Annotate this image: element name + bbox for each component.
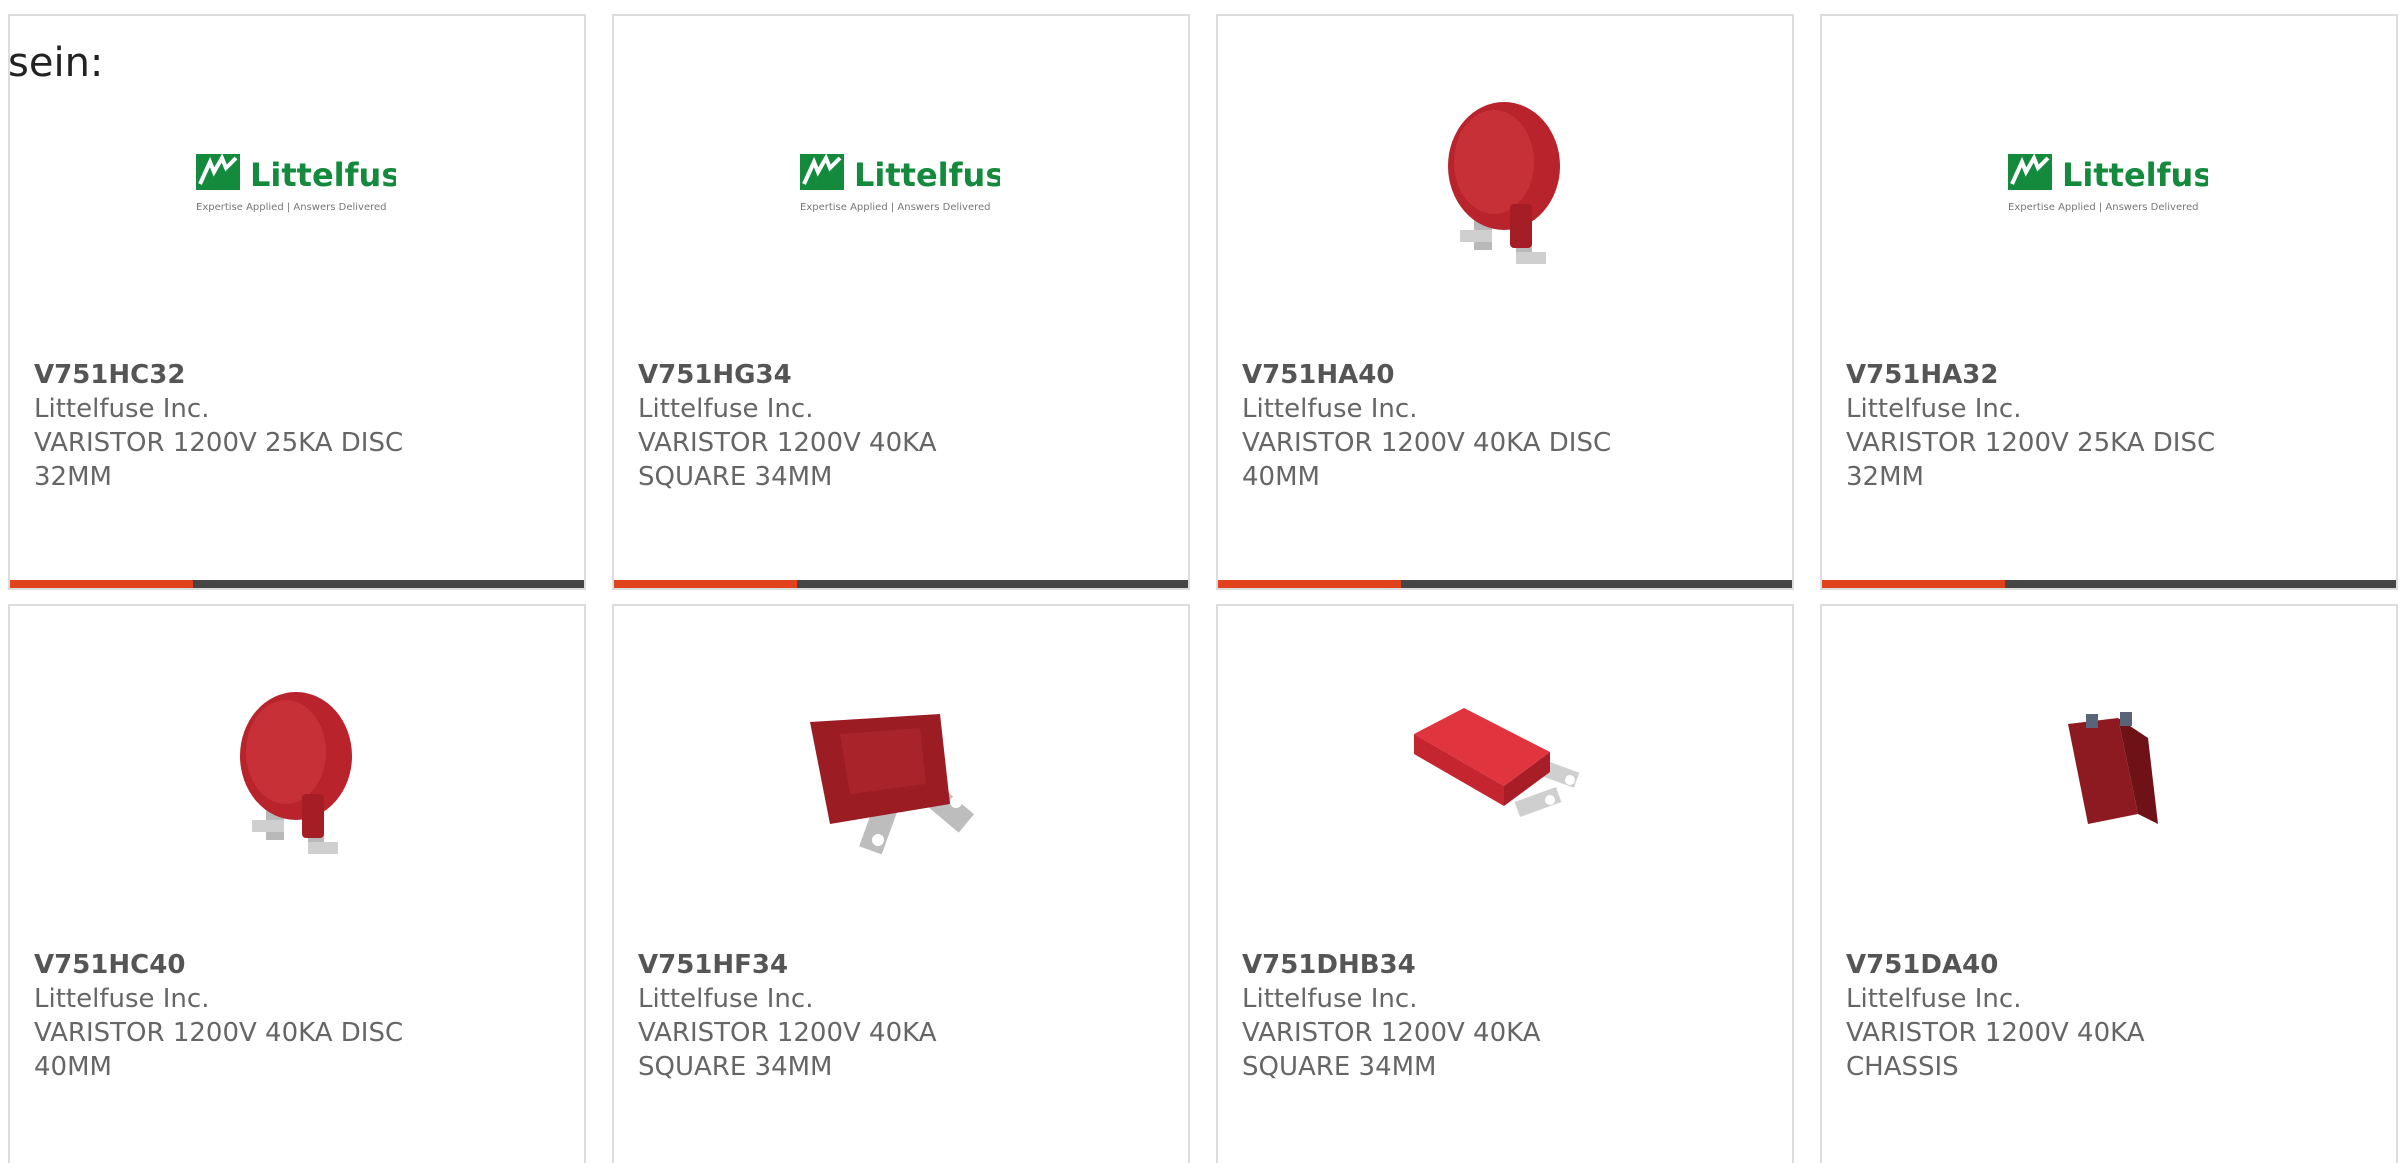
product-image[interactable] — [1404, 84, 1604, 284]
logo-tagline: Expertise Applied | Answers Delivered — [2008, 202, 2199, 213]
manufacturer: Littelfuse Inc. — [1846, 394, 2022, 424]
part-number[interactable]: V751HF34 — [638, 948, 1028, 982]
part-number[interactable]: V751HA40 — [1242, 358, 1632, 392]
product-image[interactable]: Littelfuse Expertise Applied | Answers D… — [196, 84, 396, 284]
disc-varistor-icon — [1448, 102, 1560, 264]
product-card[interactable]: V751HF34 Littelfuse Inc. VARISTOR 1200V … — [612, 604, 1190, 1163]
card-hover-bar — [10, 580, 584, 588]
product-card[interactable]: Littelfuse Expertise Applied | Answers D… — [1820, 14, 2398, 590]
part-number[interactable]: V751HG34 — [638, 358, 1028, 392]
card-hover-bar — [1822, 580, 2396, 588]
product-image[interactable]: Littelfuse Expertise Applied | Answers D… — [2008, 84, 2208, 284]
product-image[interactable]: Littelfuse Expertise Applied | Answers D… — [800, 84, 1000, 284]
logo-name: Littelfuse — [2062, 156, 2208, 194]
square-varistor-icon — [1414, 708, 1580, 818]
description: VARISTOR 1200V 40KA DISC 40MM — [1242, 428, 1612, 492]
manufacturer: Littelfuse Inc. — [1242, 394, 1418, 424]
description: VARISTOR 1200V 40KA SQUARE 34MM — [638, 1018, 937, 1082]
manufacturer: Littelfuse Inc. — [34, 984, 210, 1014]
manufacturer: Littelfuse Inc. — [34, 394, 210, 424]
manufacturer: Littelfuse Inc. — [1242, 984, 1418, 1014]
part-number[interactable]: V751DHB34 — [1242, 948, 1632, 982]
description: VARISTOR 1200V 25KA DISC 32MM — [34, 428, 404, 492]
part-number[interactable]: V751HC32 — [34, 358, 424, 392]
manufacturer: Littelfuse Inc. — [638, 394, 814, 424]
description: VARISTOR 1200V 40KA CHASSIS — [1846, 1018, 2145, 1082]
disc-varistor-icon — [240, 692, 352, 854]
product-image[interactable] — [2008, 674, 2208, 874]
intro-text: sein: — [8, 40, 104, 86]
card-hover-bar — [1218, 580, 1792, 588]
product-card[interactable]: V751HC40 Littelfuse Inc. VARISTOR 1200V … — [8, 604, 586, 1163]
product-card[interactable]: V751HA40 Littelfuse Inc. VARISTOR 1200V … — [1216, 14, 1794, 590]
product-card[interactable]: V751DA40 Littelfuse Inc. VARISTOR 1200V … — [1820, 604, 2398, 1163]
product-card[interactable]: Littelfuse Expertise Applied | Answers D… — [612, 14, 1190, 590]
littelfuse-logo-icon: Littelfuse Expertise Applied | Answers D… — [2008, 153, 2208, 213]
manufacturer: Littelfuse Inc. — [1846, 984, 2022, 1014]
manufacturer: Littelfuse Inc. — [638, 984, 814, 1014]
part-number[interactable]: V751HA32 — [1846, 358, 2236, 392]
logo-name: Littelfuse — [250, 156, 396, 194]
description: VARISTOR 1200V 40KA SQUARE 34MM — [1242, 1018, 1541, 1082]
product-grid: Littelfuse Expertise Applied | Answers D… — [8, 14, 2398, 1163]
product-card[interactable]: V751DHB34 Littelfuse Inc. VARISTOR 1200V… — [1216, 604, 1794, 1163]
product-image[interactable] — [1404, 674, 1604, 874]
littelfuse-logo-icon: Littelfuse Expertise Applied | Answers D… — [196, 153, 396, 213]
description: VARISTOR 1200V 40KA DISC 40MM — [34, 1018, 404, 1082]
description: VARISTOR 1200V 25KA DISC 32MM — [1846, 428, 2216, 492]
logo-name: Littelfuse — [854, 156, 1000, 194]
description: VARISTOR 1200V 40KA SQUARE 34MM — [638, 428, 937, 492]
card-hover-bar — [614, 580, 1188, 588]
page: sein: Littelfuse Expertise Applied | Ans… — [0, 0, 2400, 1163]
part-number[interactable]: V751HC40 — [34, 948, 424, 982]
product-image[interactable] — [196, 674, 396, 874]
logo-tagline: Expertise Applied | Answers Delivered — [196, 202, 387, 213]
part-number[interactable]: V751DA40 — [1846, 948, 2236, 982]
square-varistor-icon — [810, 714, 975, 855]
littelfuse-logo-icon: Littelfuse Expertise Applied | Answers D… — [800, 153, 1000, 213]
product-image[interactable] — [800, 674, 1000, 874]
logo-tagline: Expertise Applied | Answers Delivered — [800, 202, 991, 213]
chassis-varistor-icon — [2068, 712, 2158, 824]
product-card[interactable]: Littelfuse Expertise Applied | Answers D… — [8, 14, 586, 590]
